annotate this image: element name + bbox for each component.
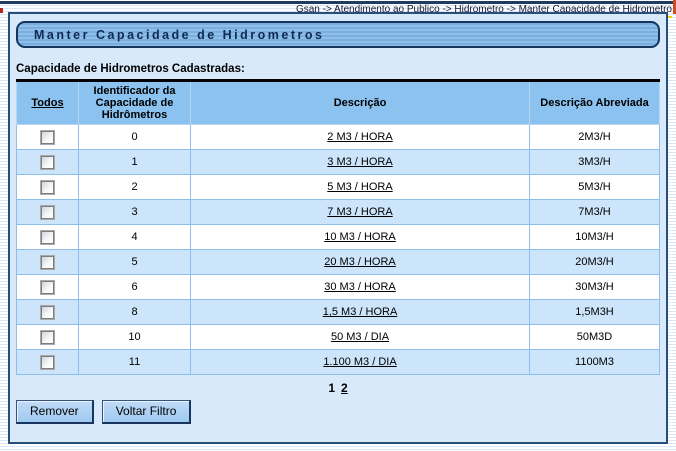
pagination: 12 bbox=[14, 381, 662, 395]
row-checkbox[interactable] bbox=[41, 280, 54, 294]
row-checkbox-cell bbox=[16, 199, 79, 225]
left-red-accent bbox=[0, 8, 3, 13]
row-checkbox-cell bbox=[16, 149, 79, 175]
descricao-link[interactable]: 3 M3 / HORA bbox=[327, 156, 392, 168]
row-checkbox-cell bbox=[16, 274, 79, 300]
descricao-link[interactable]: 50 M3 / DIA bbox=[331, 331, 389, 343]
row-descricao-cell: 2 M3 / HORA bbox=[190, 124, 530, 150]
row-descricao-cell: 20 M3 / HORA bbox=[190, 249, 530, 275]
descricao-link[interactable]: 1,5 M3 / HORA bbox=[323, 306, 398, 318]
row-checkbox[interactable] bbox=[41, 255, 54, 269]
table-row: 10 50 M3 / DIA 50M3D bbox=[16, 324, 660, 350]
row-checkbox[interactable] bbox=[41, 355, 54, 369]
row-descricao-abreviada: 7M3/H bbox=[529, 199, 660, 225]
row-descricao-cell: 50 M3 / DIA bbox=[190, 324, 530, 350]
remover-button[interactable]: Remover bbox=[16, 400, 94, 424]
page-title: Manter Capacidade de Hidrometros bbox=[34, 27, 325, 42]
section-label: Capacidade de Hidrometros Cadastradas: bbox=[16, 63, 245, 75]
results-table: Todos Identificador da Capacidade de Hid… bbox=[16, 79, 660, 375]
row-checkbox[interactable] bbox=[41, 130, 54, 144]
row-checkbox[interactable] bbox=[41, 230, 54, 244]
row-checkbox-cell bbox=[16, 224, 79, 250]
table-row: 8 1,5 M3 / HORA 1,5M3H bbox=[16, 299, 660, 325]
table-header-row: Todos Identificador da Capacidade de Hid… bbox=[16, 80, 660, 125]
row-descricao-cell: 7 M3 / HORA bbox=[190, 199, 530, 225]
row-descricao-abreviada: 2M3/H bbox=[529, 124, 660, 150]
table-row: 0 2 M3 / HORA 2M3/H bbox=[16, 124, 660, 150]
row-descricao-cell: 1.100 M3 / DIA bbox=[190, 349, 530, 375]
row-checkbox-cell bbox=[16, 174, 79, 200]
row-checkbox[interactable] bbox=[41, 305, 54, 319]
row-checkbox[interactable] bbox=[41, 180, 54, 194]
descricao-link[interactable]: 5 M3 / HORA bbox=[327, 181, 392, 193]
row-id: 6 bbox=[78, 274, 191, 300]
row-checkbox[interactable] bbox=[41, 205, 54, 219]
page-title-bar: Manter Capacidade de Hidrometros bbox=[16, 21, 660, 48]
descricao-link[interactable]: 2 M3 / HORA bbox=[327, 131, 392, 143]
row-descricao-abreviada: 3M3/H bbox=[529, 149, 660, 175]
row-id: 4 bbox=[78, 224, 191, 250]
table-row: 2 5 M3 / HORA 5M3/H bbox=[16, 174, 660, 200]
row-descricao-abreviada: 1100M3 bbox=[529, 349, 660, 375]
header-todos: Todos bbox=[16, 80, 79, 125]
row-id: 3 bbox=[78, 199, 191, 225]
row-checkbox-cell bbox=[16, 324, 79, 350]
action-buttons: Remover Voltar Filtro bbox=[16, 400, 662, 424]
table-row: 1 3 M3 / HORA 3M3/H bbox=[16, 149, 660, 175]
voltar-filtro-button[interactable]: Voltar Filtro bbox=[101, 400, 192, 424]
row-descricao-cell: 3 M3 / HORA bbox=[190, 149, 530, 175]
descricao-link[interactable]: 30 M3 / HORA bbox=[324, 281, 396, 293]
main-panel: Manter Capacidade de Hidrometros Capacid… bbox=[8, 12, 668, 444]
row-id: 2 bbox=[78, 174, 191, 200]
select-all-link[interactable]: Todos bbox=[31, 97, 63, 109]
header-descricao-abreviada: Descrição Abreviada bbox=[529, 80, 660, 125]
table-row: 6 30 M3 / HORA 30M3/H bbox=[16, 274, 660, 300]
row-checkbox-cell bbox=[16, 349, 79, 375]
table-row: 5 20 M3 / HORA 20M3/H bbox=[16, 249, 660, 275]
descricao-link[interactable]: 7 M3 / HORA bbox=[327, 206, 392, 218]
row-id: 10 bbox=[78, 324, 191, 350]
results-table-wrap: Todos Identificador da Capacidade de Hid… bbox=[16, 79, 660, 375]
row-checkbox-cell bbox=[16, 124, 79, 150]
descricao-link[interactable]: 10 M3 / HORA bbox=[324, 231, 396, 243]
row-id: 11 bbox=[78, 349, 191, 375]
header-descricao: Descrição bbox=[190, 80, 530, 125]
row-descricao-cell: 30 M3 / HORA bbox=[190, 274, 530, 300]
row-checkbox[interactable] bbox=[41, 155, 54, 169]
row-id: 1 bbox=[78, 149, 191, 175]
row-id: 8 bbox=[78, 299, 191, 325]
row-id: 5 bbox=[78, 249, 191, 275]
row-checkbox-cell bbox=[16, 249, 79, 275]
descricao-link[interactable]: 20 M3 / HORA bbox=[324, 256, 396, 268]
row-descricao-cell: 1,5 M3 / HORA bbox=[190, 299, 530, 325]
header-identificador: Identificador da Capacidade de Hidrômetr… bbox=[78, 80, 191, 125]
table-row: 3 7 M3 / HORA 7M3/H bbox=[16, 199, 660, 225]
pagination-page-link[interactable]: 2 bbox=[341, 381, 348, 395]
row-descricao-cell: 5 M3 / HORA bbox=[190, 174, 530, 200]
row-descricao-abreviada: 5M3/H bbox=[529, 174, 660, 200]
row-descricao-abreviada: 10M3/H bbox=[529, 224, 660, 250]
row-checkbox[interactable] bbox=[41, 330, 54, 344]
table-row: 11 1.100 M3 / DIA 1100M3 bbox=[16, 349, 660, 375]
row-descricao-abreviada: 1,5M3H bbox=[529, 299, 660, 325]
row-checkbox-cell bbox=[16, 299, 79, 325]
row-descricao-cell: 10 M3 / HORA bbox=[190, 224, 530, 250]
row-descricao-abreviada: 30M3/H bbox=[529, 274, 660, 300]
pagination-current-page: 1 bbox=[328, 381, 335, 395]
row-descricao-abreviada: 20M3/H bbox=[529, 249, 660, 275]
table-row: 4 10 M3 / HORA 10M3/H bbox=[16, 224, 660, 250]
row-descricao-abreviada: 50M3D bbox=[529, 324, 660, 350]
row-id: 0 bbox=[78, 124, 191, 150]
descricao-link[interactable]: 1.100 M3 / DIA bbox=[323, 356, 396, 368]
